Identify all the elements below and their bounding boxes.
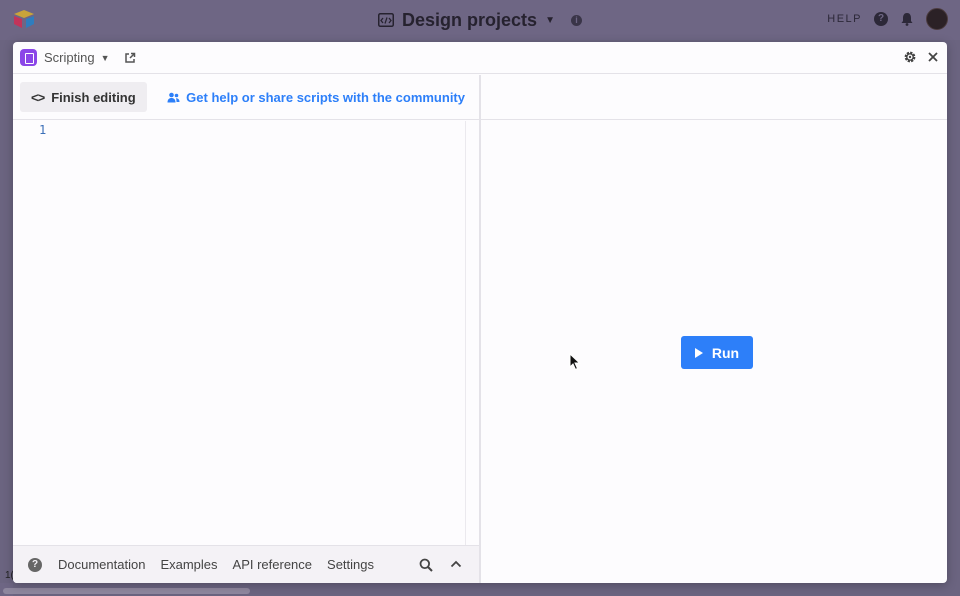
gear-icon[interactable] bbox=[903, 50, 917, 64]
close-icon[interactable] bbox=[927, 51, 939, 63]
info-icon[interactable]: i bbox=[570, 14, 582, 26]
documentation-link[interactable]: Documentation bbox=[58, 557, 145, 572]
help-icon[interactable]: ? bbox=[874, 12, 888, 26]
output-pane: Run bbox=[481, 75, 947, 583]
bell-icon[interactable] bbox=[900, 12, 914, 26]
users-icon bbox=[167, 92, 180, 103]
code-editor[interactable]: 1 bbox=[13, 121, 479, 545]
chevron-up-icon[interactable] bbox=[450, 559, 462, 569]
caret-down-icon: ▼ bbox=[545, 14, 555, 26]
api-reference-link[interactable]: API reference bbox=[233, 557, 313, 572]
extension-name[interactable]: Scripting bbox=[44, 50, 95, 65]
run-label: Run bbox=[711, 344, 740, 361]
help-link[interactable]: HELP bbox=[827, 13, 862, 25]
search-icon[interactable] bbox=[419, 558, 433, 572]
editor-toolbar: <> Finish editing Get help or share scri… bbox=[13, 75, 479, 120]
finish-editing-label: Finish editing bbox=[51, 89, 136, 105]
scripting-extension-icon bbox=[20, 49, 37, 66]
run-button[interactable]: Run bbox=[681, 336, 753, 369]
mouse-cursor-icon bbox=[569, 353, 581, 371]
community-link[interactable]: Get help or share scripts with the commu… bbox=[167, 90, 465, 105]
finish-editing-button[interactable]: <> Finish editing bbox=[20, 82, 147, 112]
editor-footer: ? Documentation Examples API reference S… bbox=[13, 545, 479, 583]
play-icon bbox=[694, 347, 703, 358]
code-editor-pane: <> Finish editing Get help or share scri… bbox=[13, 75, 479, 583]
output-toolbar bbox=[481, 75, 947, 120]
app-topbar: Design projects ▼ i HELP ? bbox=[0, 0, 960, 40]
background-scrollbar[interactable] bbox=[3, 588, 250, 594]
code-window-icon bbox=[378, 13, 395, 27]
popout-icon[interactable] bbox=[124, 52, 136, 64]
editor-scrollbar[interactable] bbox=[465, 121, 479, 545]
caret-down-icon[interactable]: ▼ bbox=[101, 53, 110, 63]
examples-link[interactable]: Examples bbox=[160, 557, 217, 572]
base-title-text: Design projects bbox=[402, 9, 538, 30]
line-number: 1 bbox=[39, 123, 47, 137]
modal-header: Scripting ▼ bbox=[13, 42, 947, 74]
help-icon[interactable]: ? bbox=[28, 557, 42, 572]
user-avatar[interactable] bbox=[926, 8, 948, 30]
community-link-label: Get help or share scripts with the commu… bbox=[186, 90, 465, 105]
scripting-modal: Scripting ▼ <> Finish editing Get help o… bbox=[13, 42, 947, 583]
settings-link[interactable]: Settings bbox=[327, 557, 374, 572]
base-title[interactable]: Design projects ▼ i bbox=[0, 0, 960, 40]
code-brackets-icon: <> bbox=[31, 89, 45, 105]
